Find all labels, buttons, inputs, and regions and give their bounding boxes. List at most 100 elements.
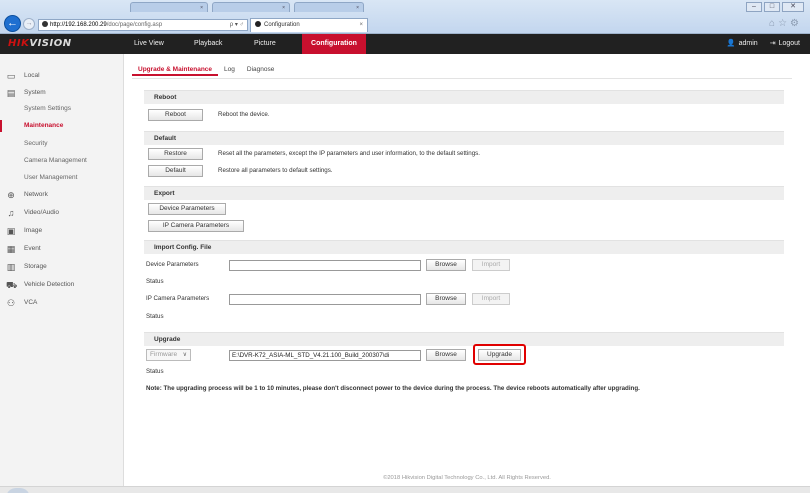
import-device-status-label: Status: [146, 278, 164, 285]
import-device-parameters-file-input[interactable]: [229, 260, 421, 271]
hikvision-logo: HIKVISION: [8, 38, 72, 49]
sidebar-item-local[interactable]: ▭ Local: [0, 68, 124, 84]
active-tab-title: Configuration: [264, 22, 300, 28]
section-default-header: Default: [144, 131, 784, 145]
section-upgrade-header: Upgrade: [144, 332, 784, 346]
browser-toolbar: × × × – □ ✕ ← → http://192.168.200.29/do…: [0, 0, 810, 34]
tab-close-icon[interactable]: ×: [282, 5, 285, 11]
browser-background-tab[interactable]: ×: [294, 2, 364, 12]
section-export-header: Export: [144, 186, 784, 200]
restore-button[interactable]: Restore: [148, 148, 203, 160]
address-controls[interactable]: ρ ▾ ♂: [230, 20, 244, 30]
nav-configuration[interactable]: Configuration: [302, 34, 366, 54]
tab-close-icon[interactable]: ×: [200, 5, 203, 11]
import-ip-camera-browse-button[interactable]: Browse: [426, 293, 466, 305]
import-ip-camera-parameters-file-input[interactable]: [229, 294, 421, 305]
export-device-parameters-button[interactable]: Device Parameters: [148, 203, 226, 215]
sidebar-item-system-settings[interactable]: System Settings: [0, 101, 124, 117]
top-nav: Live View Playback Picture Configuration: [124, 34, 366, 54]
username: admin: [738, 40, 758, 47]
browser-background-tab[interactable]: ×: [212, 2, 290, 12]
section-reboot-header: Reboot: [144, 90, 784, 104]
sidebar-item-user-management[interactable]: User Management: [0, 170, 124, 186]
logout-button[interactable]: ⇥ Logout: [770, 34, 800, 54]
screenshot-root: × × × – □ ✕ ← → http://192.168.200.29/do…: [0, 0, 810, 493]
browser-background-tabs: × × ×: [130, 2, 364, 14]
home-icon[interactable]: ⌂: [769, 18, 778, 29]
upgrade-browse-button[interactable]: Browse: [426, 349, 466, 361]
import-device-browse-button[interactable]: Browse: [426, 259, 466, 271]
tab-close-icon[interactable]: ×: [356, 5, 359, 11]
tab-log[interactable]: Log: [218, 64, 241, 76]
browser-background-tab[interactable]: ×: [130, 2, 208, 12]
tab-diagnose[interactable]: Diagnose: [241, 64, 280, 76]
sidebar-item-camera-management[interactable]: Camera Management: [0, 153, 124, 169]
subtab-divider: [132, 78, 792, 79]
start-orb-icon[interactable]: [6, 488, 30, 493]
upgrade-status-label: Status: [146, 368, 164, 375]
chevron-down-icon: ∨: [182, 352, 187, 358]
vehicle-icon: ⛟: [6, 280, 18, 290]
export-ip-camera-parameters-button[interactable]: IP Camera Parameters: [148, 220, 244, 232]
browser-active-tab[interactable]: Configuration ×: [250, 18, 368, 32]
restore-description: Reset all the parameters, except the IP …: [218, 150, 480, 157]
reboot-button[interactable]: Reboot: [148, 109, 203, 121]
tab-close-icon[interactable]: ×: [359, 19, 363, 32]
sidebar-item-vca[interactable]: ⚇ VCA: [0, 295, 124, 311]
taskbar: [0, 486, 810, 493]
default-description: Restore all parameters to default settin…: [218, 167, 333, 174]
url-host: http://192.168.200.29: [50, 22, 107, 28]
star-icon[interactable]: ☆: [778, 18, 790, 29]
globe-icon: ⊕: [7, 190, 15, 200]
forward-arrow-icon[interactable]: →: [23, 18, 35, 30]
copyright-footer: ©2018 Hikvision Digital Technology Co., …: [383, 475, 551, 481]
user-area: 👤 admin ⇥ Logout: [727, 34, 800, 54]
sidebar-item-vehicle-detection[interactable]: ⛟ Vehicle Detection: [0, 277, 124, 293]
sidebar-item-maintenance[interactable]: Maintenance: [0, 118, 124, 134]
settings-gear-icon[interactable]: ⚙: [790, 18, 802, 29]
system-icon: ▤: [6, 88, 16, 98]
default-button[interactable]: Default: [148, 165, 203, 177]
user-icon: 👤: [726, 40, 736, 47]
upgrade-type-select[interactable]: Firmware ∨: [146, 349, 191, 361]
app-header: HIKVISION Live View Playback Picture Con…: [0, 34, 810, 54]
import-ip-camera-import-button[interactable]: Import: [472, 293, 510, 305]
sidebar-item-image[interactable]: ▣ Image: [0, 223, 124, 239]
minimize-icon[interactable]: –: [746, 2, 762, 12]
upgrade-note: Note: The upgrading process will be 1 to…: [146, 385, 640, 392]
site-icon: [42, 21, 48, 28]
nav-playback[interactable]: Playback: [182, 34, 242, 54]
sidebar-item-storage[interactable]: ▥ Storage: [0, 259, 124, 275]
url-path: /doc/page/config.asp: [106, 22, 163, 28]
sidebar-item-event[interactable]: ▦ Event: [0, 241, 124, 257]
maximize-icon[interactable]: □: [764, 2, 780, 12]
import-ip-camera-status-label: Status: [146, 313, 164, 320]
upgrade-file-path-input[interactable]: E:\DVR-K72_ASIA-ML_STD_V4.21.100_Build_2…: [229, 350, 421, 361]
browser-toolbar-icons: ⌂☆⚙: [769, 18, 802, 29]
section-import-header: Import Config. File: [144, 240, 784, 254]
address-bar[interactable]: http://192.168.200.29/doc/page/config.as…: [38, 19, 248, 31]
close-window-icon[interactable]: ✕: [782, 2, 804, 12]
nav-live-view[interactable]: Live View: [124, 34, 182, 54]
sidebar-item-video-audio[interactable]: ♫ Video/Audio: [0, 205, 124, 221]
storage-icon: ▥: [6, 262, 16, 272]
subtabs: Upgrade & Maintenance Log Diagnose: [132, 64, 280, 76]
user-menu[interactable]: 👤 admin: [727, 34, 758, 54]
image-icon: ▣: [6, 226, 16, 236]
video-audio-icon: ♫: [7, 208, 15, 218]
vca-icon: ⚇: [6, 298, 16, 308]
reboot-description: Reboot the device.: [218, 111, 270, 118]
sidebar-item-system[interactable]: ▤ System: [0, 85, 124, 101]
upgrade-button[interactable]: Upgrade: [478, 349, 521, 361]
main-content: Upgrade & Maintenance Log Diagnose Reboo…: [124, 54, 810, 493]
logout-label: Logout: [778, 40, 800, 47]
sidebar: ▭ Local ▤ System System Settings Maintenan…: [0, 54, 124, 493]
sidebar-item-network[interactable]: ⊕ Network: [0, 187, 124, 203]
calendar-icon: ▦: [6, 244, 16, 254]
back-arrow-icon[interactable]: ←: [4, 15, 21, 32]
sidebar-item-security[interactable]: Security: [0, 136, 124, 152]
tab-upgrade-maintenance[interactable]: Upgrade & Maintenance: [132, 64, 219, 76]
nav-picture[interactable]: Picture: [242, 34, 302, 54]
import-device-import-button[interactable]: Import: [472, 259, 510, 271]
window-controls: – □ ✕: [746, 2, 804, 12]
